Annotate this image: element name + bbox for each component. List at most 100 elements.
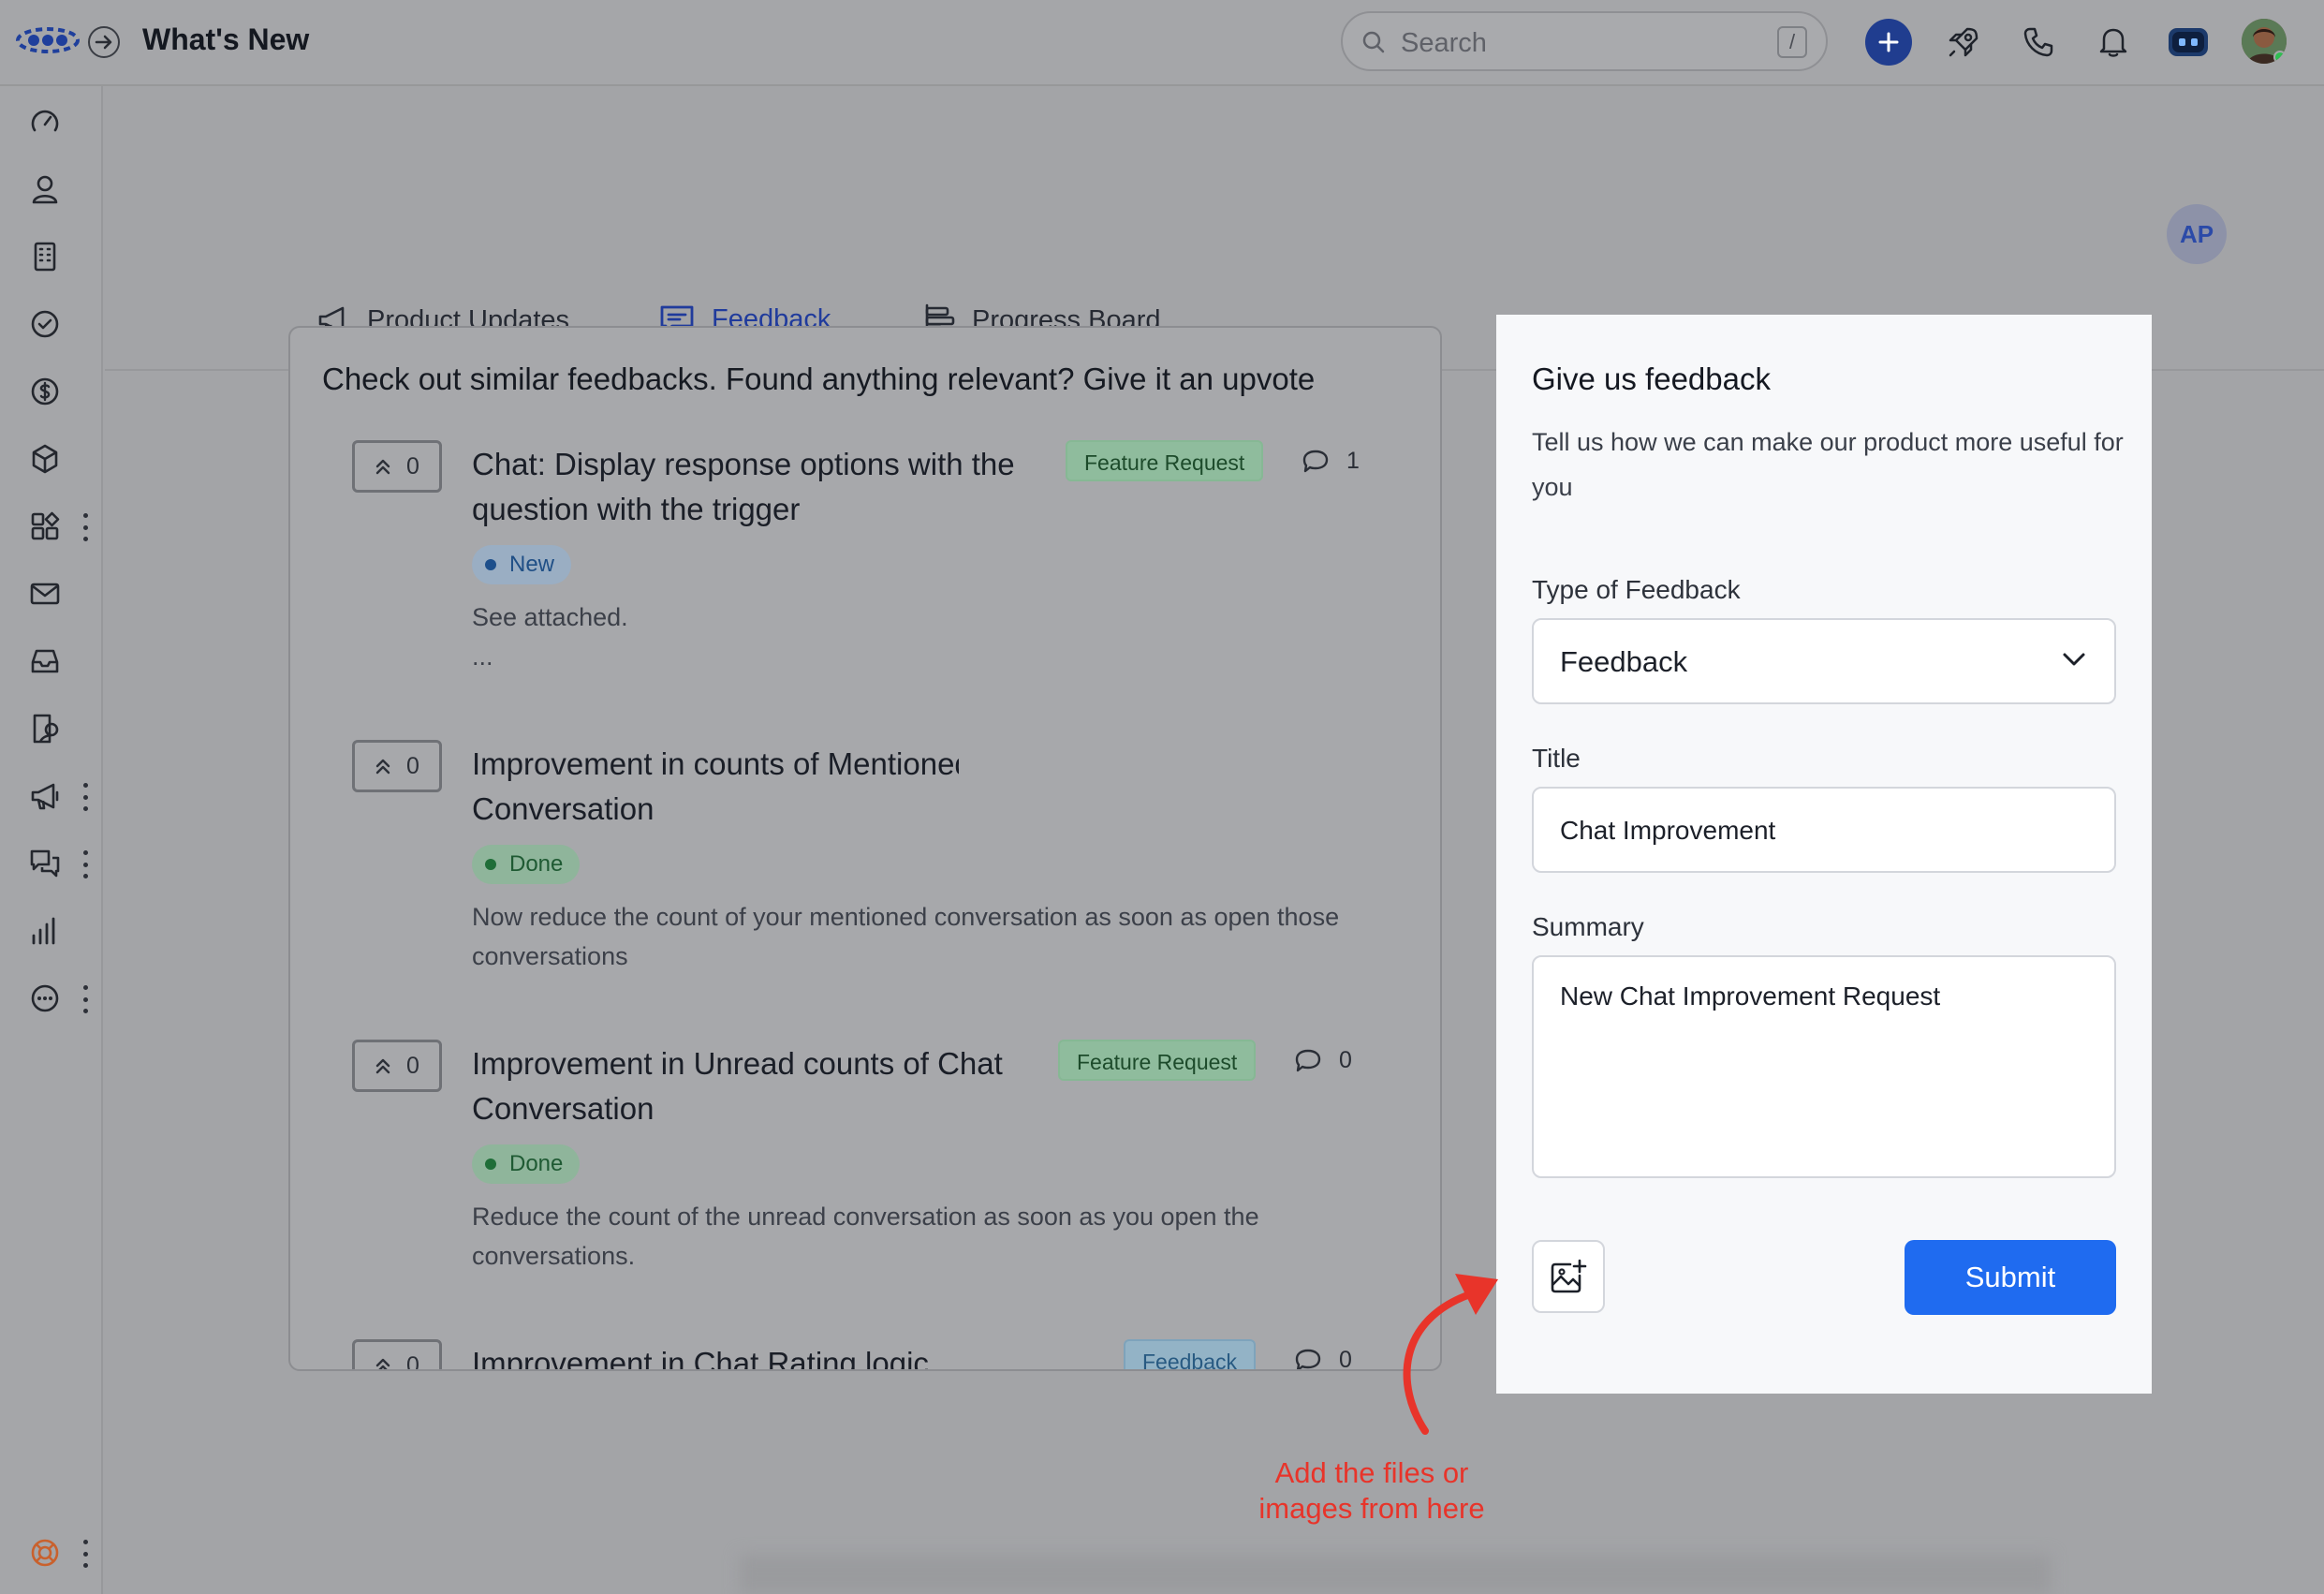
similar-feedback-heading: Check out similar feedbacks. Found anyth… [322, 362, 1316, 396]
upvote-count: 0 [406, 452, 419, 480]
chevron-down-icon [2063, 653, 2085, 666]
bottom-shadow [740, 1555, 2051, 1594]
sidebar-item-more[interactable] [26, 980, 64, 1017]
description-line: ... [472, 642, 493, 671]
form-title: Give us feedback [1532, 362, 1771, 396]
title-input[interactable]: Chat Improvement [1532, 787, 2116, 873]
more-circle-icon [31, 984, 59, 1012]
comment-count[interactable]: 0 [1294, 1347, 1352, 1371]
feedback-type-tag: Feature Request [1066, 440, 1264, 481]
top-bar: What's New Search / [0, 0, 2324, 86]
search-icon [1362, 31, 1385, 53]
launchpad-button[interactable] [1940, 19, 1987, 66]
bar-chart-icon [32, 917, 55, 945]
sidebar-item-payments[interactable] [26, 373, 64, 410]
user-avatar[interactable] [2242, 19, 2287, 64]
grid-icon [31, 511, 60, 540]
similar-feedback-panel[interactable]: Check out similar feedbacks. Found anyth… [288, 326, 1442, 1371]
sidebar-item-reports[interactable] [26, 912, 64, 950]
account-avatar[interactable]: AP [2167, 204, 2227, 264]
speedometer-icon [31, 110, 59, 132]
comment-count[interactable]: 1 [1302, 448, 1360, 475]
feedback-title[interactable]: Improvement in Unread counts of Chat Con… [472, 1041, 1003, 1131]
submit-button[interactable]: Submit [1905, 1240, 2116, 1315]
form-subtitle: Tell us how we can make our product more… [1532, 428, 2124, 501]
feedback-description: Now reduce the count of your mentioned c… [472, 897, 1408, 976]
upvote-button[interactable]: 0 [352, 1040, 442, 1092]
upvote-count: 0 [406, 752, 419, 779]
status-label: Done [509, 1151, 564, 1176]
page-title: What's New [142, 22, 310, 56]
sidebar-item-conversations[interactable] [26, 710, 64, 747]
upvote-button[interactable]: 0 [352, 440, 442, 493]
status-badge: Done [472, 1144, 581, 1184]
description-line: Now reduce the count of your mentioned c… [472, 903, 1340, 931]
sidebar-item-tasks[interactable] [26, 305, 64, 343]
feedback-type-select[interactable]: Feedback [1532, 618, 2116, 704]
feedback-type-label: Type of Feedback [1532, 575, 1741, 604]
sidebar [0, 86, 103, 1594]
feedback-description: See attached. ... [472, 598, 1408, 676]
sidebar-item-apps[interactable] [26, 508, 64, 545]
person-icon [32, 175, 58, 204]
bell-icon [2099, 28, 2127, 57]
expand-sidebar-button[interactable] [88, 26, 120, 58]
annotation-callout: Add the files or images from here [1217, 1455, 1526, 1527]
feedback-title-line: Chat: Display response options with the [472, 447, 1015, 481]
online-status-dot [2273, 51, 2287, 64]
title-label: Title [1532, 744, 1581, 773]
sidebar-item-products[interactable] [26, 440, 64, 478]
feedback-type-tag: Feature Request [1058, 1040, 1257, 1081]
double-chevron-up-icon [375, 1058, 390, 1074]
status-label: Done [509, 851, 564, 877]
double-chevron-up-icon [375, 1358, 390, 1369]
sidebar-item-inbox[interactable] [26, 642, 64, 680]
sidebar-apps-more-button[interactable] [81, 513, 90, 541]
phone-button[interactable] [2015, 19, 2062, 66]
feedback-title[interactable]: Improvement in Chat Rating logic [472, 1341, 929, 1369]
notifications-button[interactable] [2090, 19, 2137, 66]
sidebar-item-contacts[interactable] [26, 170, 64, 208]
sidebar-item-announcements[interactable] [26, 777, 64, 815]
building-icon [34, 242, 56, 272]
feedback-title[interactable]: Chat: Display response options with the … [472, 442, 1015, 532]
ai-assistant-button[interactable] [2165, 19, 2212, 66]
feedback-type-tag: Feedback [1124, 1339, 1257, 1369]
plus-icon [1878, 32, 1899, 52]
title-input-value: Chat Improvement [1560, 816, 1776, 845]
feedback-type-value: Feedback [1560, 645, 1688, 678]
feedback-title-line: Improvement in counts of Mentioned [472, 746, 959, 781]
comment-icon [1295, 1349, 1321, 1369]
sidebar-item-companies[interactable] [26, 238, 64, 275]
comment-count-value: 0 [1339, 1347, 1352, 1371]
sidebar-item-help[interactable] [26, 1534, 64, 1572]
annotation-arrow-icon [1403, 1274, 1498, 1435]
attach-image-button[interactable] [1532, 1240, 1605, 1313]
app-logo-icon[interactable] [15, 24, 81, 56]
upvote-button[interactable]: 0 [352, 1339, 442, 1371]
sidebar-item-chat[interactable] [26, 845, 64, 882]
sidebar-chat-more-button[interactable] [81, 850, 90, 878]
inbox-icon [31, 649, 59, 673]
cube-icon [32, 444, 58, 474]
bot-icon [2169, 28, 2208, 56]
description-line: Reduce the count of the unread conversat… [472, 1203, 1259, 1231]
sidebar-help-more-button[interactable] [81, 1540, 90, 1568]
annotation-line: Add the files or [1274, 1456, 1469, 1489]
summary-textarea[interactable]: New Chat Improvement Request [1532, 955, 2116, 1178]
megaphone-icon [31, 783, 59, 810]
feedback-title[interactable]: Improvement in counts of Mentioned Conve… [472, 742, 959, 832]
sidebar-item-dashboard[interactable] [26, 103, 64, 140]
description-line: See attached. [472, 603, 628, 631]
sidebar-item-email[interactable] [26, 575, 64, 613]
upvote-button[interactable]: 0 [352, 740, 442, 792]
upvote-count: 0 [406, 1351, 419, 1371]
search-input[interactable]: Search / [1341, 11, 1828, 71]
rocket-icon [1949, 27, 1978, 57]
comment-count[interactable]: 0 [1294, 1047, 1352, 1074]
sidebar-announcements-more-button[interactable] [81, 783, 90, 811]
sidebar-more-menu-button[interactable] [81, 985, 90, 1013]
quick-add-button[interactable] [1865, 19, 1912, 66]
add-image-icon [1551, 1259, 1587, 1293]
description-line: conversations [472, 942, 628, 970]
